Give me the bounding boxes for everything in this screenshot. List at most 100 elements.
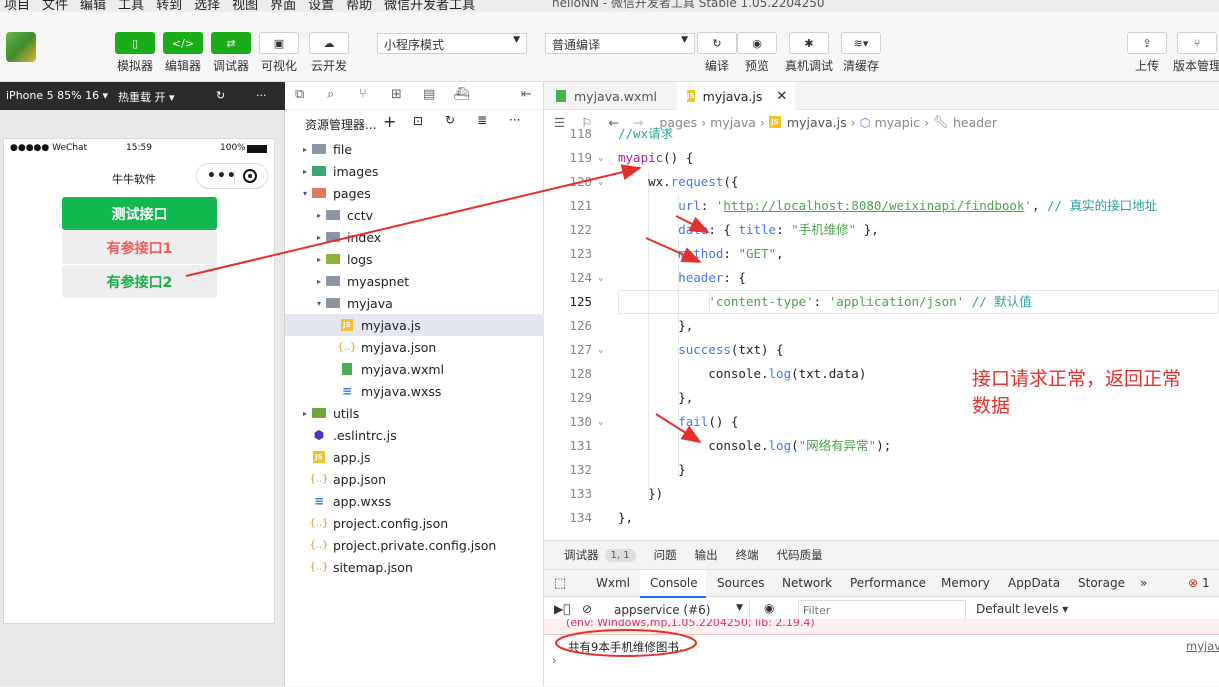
fold-icon[interactable]: ⌄ <box>598 146 603 170</box>
eye-icon[interactable]: ◉ <box>764 601 774 615</box>
menu-item[interactable]: 转到 <box>156 0 182 12</box>
tree-file[interactable]: {..} app.json <box>285 468 544 490</box>
tab-memory[interactable]: Memory <box>941 576 990 590</box>
fold-icon[interactable]: ⌄ <box>598 410 603 434</box>
code-line[interactable]: 120 ⌄ wx.request({ <box>544 170 1219 194</box>
code-line[interactable]: 127 ⌄ success(txt) { <box>544 338 1219 362</box>
chevron-icon[interactable]: ▸ <box>313 233 325 242</box>
refresh-icon[interactable]: ↻ <box>445 113 455 127</box>
version-button[interactable]: ⑂ 版本管理 <box>1172 32 1219 74</box>
code-line[interactable]: 121 url: 'http://localhost:8080/weixinap… <box>544 194 1219 218</box>
more-icon[interactable]: ··· <box>256 89 267 102</box>
visual-button[interactable]: ▣ 可视化 <box>254 32 304 74</box>
tab-sources[interactable]: Sources <box>717 576 764 590</box>
close-icon[interactable]: ✕ <box>776 89 787 104</box>
menu-item[interactable]: 微信开发者工具 <box>384 0 475 12</box>
simulator-button[interactable]: ▯ 模拟器 <box>110 32 160 74</box>
chevron-icon[interactable]: ▸ <box>313 277 325 286</box>
tab-storage[interactable]: Storage <box>1078 576 1125 590</box>
files-icon[interactable]: ⧉ <box>295 87 304 102</box>
tree-folder[interactable]: ▾ myjava <box>285 292 544 314</box>
code-line[interactable]: 124 ⌄ header: { <box>544 266 1219 290</box>
tree-folder[interactable]: ▾ pages <box>285 182 544 204</box>
code-line[interactable]: 133 }) <box>544 482 1219 506</box>
more-dots-icon[interactable]: ••• <box>207 168 237 184</box>
tab-output[interactable]: 输出 <box>695 547 718 563</box>
code-line[interactable]: 131 console.log("网络有异常"); <box>544 434 1219 458</box>
tree-folder[interactable]: ▸ index <box>285 226 544 248</box>
compile-select[interactable]: 普通编译 ▼ <box>545 33 695 54</box>
chevron-icon[interactable]: ▸ <box>299 145 311 154</box>
code-line[interactable]: 125 'content-type': 'application/json' /… <box>544 290 1219 314</box>
hot-reload-toggle[interactable]: 热重载 开 ▾ <box>118 89 175 105</box>
param-api-2-button[interactable]: 有参接口2 <box>62 265 217 298</box>
chevron-icon[interactable]: ▸ <box>313 255 325 264</box>
device-select[interactable]: iPhone 5 85% 16 ▾ <box>6 89 108 102</box>
tree-file[interactable]: {..} myjava.json <box>285 336 544 358</box>
tree-file[interactable]: {..} project.config.json <box>285 512 544 534</box>
tree-file[interactable]: JS app.js <box>285 446 544 468</box>
close-circle-icon[interactable] <box>243 169 257 183</box>
menu-item[interactable]: 项目 <box>4 0 30 12</box>
extensions-icon[interactable]: ⊞ <box>391 87 402 102</box>
menu-item[interactable]: 编辑 <box>80 0 106 12</box>
tab-myjava-wxml[interactable]: myjava.wxml <box>544 82 670 110</box>
clear-console-icon[interactable]: ⊘ <box>582 602 592 616</box>
tab-myjava-js[interactable]: JS myjava.js ✕ <box>677 82 795 110</box>
tab-console[interactable]: Console <box>640 570 706 598</box>
code-line[interactable]: 126 }, <box>544 314 1219 338</box>
chevron-icon[interactable]: ▸ <box>299 409 311 418</box>
debugger-button[interactable]: ⇄ 调试器 <box>206 32 256 74</box>
sidebar-toggle-icon[interactable]: ▶⃞ <box>554 602 570 616</box>
editor-button[interactable]: </> 编辑器 <box>158 32 208 74</box>
menu-item[interactable]: 设置 <box>308 0 334 12</box>
menu-item[interactable]: 工具 <box>118 0 144 12</box>
code-line[interactable]: 134}, <box>544 506 1219 530</box>
tree-folder[interactable]: ▸ myaspnet <box>285 270 544 292</box>
tab-performance[interactable]: Performance <box>850 576 926 590</box>
tree-folder[interactable]: ▸ logs <box>285 248 544 270</box>
filter-input[interactable] <box>798 600 966 621</box>
tab-terminal[interactable]: 终端 <box>736 547 759 563</box>
more-tabs-icon[interactable]: » <box>1140 576 1147 590</box>
upload-button[interactable]: ⇪ 上传 <box>1122 32 1172 74</box>
chevron-icon[interactable]: ▸ <box>313 211 325 220</box>
tab-debugger[interactable]: 调试器 <box>564 547 599 563</box>
fold-icon[interactable]: ⌄ <box>598 266 603 290</box>
tree-folder[interactable]: ▸ utils <box>285 402 544 424</box>
preview-button[interactable]: ◉ 预览 <box>732 32 782 74</box>
code-line[interactable]: 118 //wx请求 <box>544 122 1219 146</box>
log-source-link[interactable]: myjav <box>1186 639 1219 653</box>
code-line[interactable]: 119 ⌄ myapic() { <box>544 146 1219 170</box>
remote-debug-button[interactable]: ✱ 真机调试 <box>784 32 834 74</box>
code-line[interactable]: 122 data: { title: "手机维修" }, <box>544 218 1219 242</box>
tab-network[interactable]: Network <box>782 576 832 590</box>
code-area[interactable]: 118 //wx请求 119 ⌄ myapic() {120 ⌄ wx.request({… <box>544 126 1219 540</box>
new-folder-icon[interactable]: ⊡ <box>413 114 423 128</box>
tree-file[interactable]: {..} sitemap.json <box>285 556 544 578</box>
tree-file[interactable]: ⬢ .eslintrc.js <box>285 424 544 446</box>
fold-icon[interactable]: ⌄ <box>598 338 603 362</box>
menu-item[interactable]: 视图 <box>232 0 258 12</box>
tab-code-quality[interactable]: 代码质量 <box>777 547 823 563</box>
tree-folder[interactable]: ▸ cctv <box>285 204 544 226</box>
clear-cache-button[interactable]: ≋▾ 清缓存 <box>836 32 886 74</box>
tab-appdata[interactable]: AppData <box>1008 576 1060 590</box>
tree-folder[interactable]: ▸ file <box>285 138 544 160</box>
chevron-icon[interactable]: ▾ <box>313 299 325 308</box>
capsule-menu[interactable]: ••• <box>196 163 268 189</box>
cloud-button[interactable]: ☁ 云开发 <box>304 32 354 74</box>
menu-item[interactable]: 帮助 <box>346 0 372 12</box>
code-line[interactable]: 132 } <box>544 458 1219 482</box>
fold-icon[interactable]: ⌄ <box>598 170 603 194</box>
tree-file[interactable]: ≡ myjava.wxss <box>285 380 544 402</box>
param-api-1-button[interactable]: 有参接口1 <box>62 231 217 264</box>
test-api-button[interactable]: 测试接口 <box>62 197 217 230</box>
menu-item[interactable]: 文件 <box>42 0 68 12</box>
refresh-icon[interactable]: ↻ <box>216 89 225 102</box>
chevron-icon[interactable]: ▾ <box>299 189 311 198</box>
docker-icon[interactable]: ⛴ <box>453 87 470 102</box>
prompt-icon[interactable]: › <box>552 653 557 667</box>
tree-file[interactable]: {..} project.private.config.json <box>285 534 544 556</box>
source-control-icon[interactable]: ⑂ <box>359 87 367 102</box>
